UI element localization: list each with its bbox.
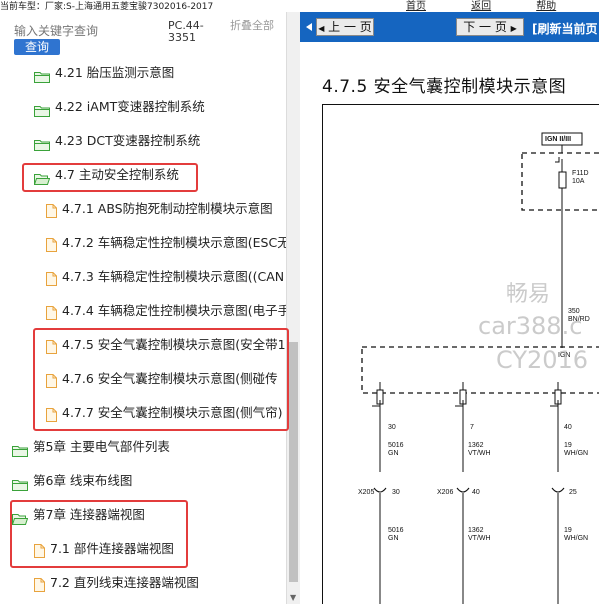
fuse-amp-label: 10A: [572, 178, 585, 185]
right-panel: ◀ 上 一 页 下 一 页 ▶ [刷新当前页 4.7.5 安全气囊控制模块示意图: [300, 12, 599, 604]
top-tabs: 首页 返回 帮助: [406, 0, 596, 12]
document-icon: [46, 269, 57, 286]
wire-id-label: 5016: [388, 442, 404, 449]
connector-pin: 40: [472, 489, 480, 496]
document-icon: [46, 371, 57, 388]
folder-icon: [34, 134, 50, 151]
tree-item-page[interactable]: 4.7.5 安全气囊控制模块示意图(安全带1: [0, 332, 286, 358]
document-icon: [46, 405, 57, 422]
tree-item-label: 4.7 主动安全控制系统: [55, 167, 179, 182]
wire-id-label: 19: [564, 527, 572, 534]
refresh-page-link[interactable]: [刷新当前页: [532, 20, 598, 37]
tree-item-folder[interactable]: 4.23 DCT变速器控制系统: [0, 128, 286, 154]
document-icon: [34, 541, 45, 558]
tree-item-label: 4.7.2 车辆稳定性控制模块示意图(ESC无: [62, 235, 286, 250]
folder-icon: [12, 440, 28, 457]
folder-icon: [12, 474, 28, 491]
tree-item-page[interactable]: 4.7.1 ABS防抱死制动控制模块示意图: [0, 196, 286, 222]
left-panel: 输入关键字查询 查询 PC.44-3351 折叠全部 4.21 胎压监测示意图 4…: [0, 12, 300, 604]
ign-label: IGN II/III: [545, 136, 572, 143]
prev-page-button[interactable]: ◀ 上 一 页: [316, 18, 374, 36]
wire-id-label: 1362: [468, 527, 484, 534]
document-icon: [46, 303, 57, 320]
tab-help[interactable]: 帮助: [536, 0, 556, 12]
tree-item-label: 第5章 主要电气部件列表: [33, 439, 170, 454]
tree-item-folder[interactable]: 第6章 线束布线图: [0, 468, 286, 494]
pin-label: 7: [470, 424, 474, 431]
tree-item-folder[interactable]: 第7章 连接器端视图: [0, 502, 286, 528]
search-button[interactable]: 查询: [14, 39, 60, 55]
tree-item-label: 4.21 胎压监测示意图: [55, 65, 175, 80]
tree-item-label: 4.23 DCT变速器控制系统: [55, 133, 201, 148]
tree-item-page[interactable]: 4.7.6 安全气囊控制模块示意图(侧碰传: [0, 366, 286, 392]
search-area: 输入关键字查询 查询 PC.44-3351 折叠全部: [0, 12, 300, 56]
tree-item-folder[interactable]: 4.21 胎压监测示意图: [0, 60, 286, 86]
wire-color-label: VT/WH: [468, 535, 491, 542]
document-icon: [46, 235, 57, 252]
current-model-breadcrumb: 当前车型：厂家:S-上海通用五菱宝骏7302016-2017: [0, 2, 214, 12]
tree-item-page[interactable]: 7.1 部件连接器端视图: [0, 536, 286, 562]
wire-id-label: 19: [564, 442, 572, 449]
tab-back[interactable]: 返回: [471, 0, 491, 12]
tree-item-page[interactable]: 4.7.2 车辆稳定性控制模块示意图(ESC无: [0, 230, 286, 256]
folder-icon: [34, 100, 50, 117]
folder-icon: [34, 66, 50, 83]
tree-view: 4.21 胎压监测示意图 4.22 iAMT变速器控制系统 4.23 DCT变速器控…: [0, 56, 286, 604]
watermark-text: 畅易: [506, 282, 551, 307]
wire-color-label: GN: [388, 450, 399, 457]
search-input[interactable]: 输入关键字查询: [14, 22, 98, 39]
tree-item-label: 第6章 线束布线图: [33, 473, 133, 488]
model-code: PC.44-3351: [168, 19, 204, 44]
collapse-all-button[interactable]: 折叠全部: [230, 20, 274, 32]
connector-name: X206: [437, 489, 454, 496]
connector-pin: 25: [569, 489, 577, 496]
tree-item-label: 第7章 连接器端视图: [33, 507, 145, 522]
wire-color-label: GN: [388, 535, 399, 542]
document-icon: [46, 337, 57, 354]
document-icon: [34, 575, 45, 592]
tree-item-label: 4.7.7 安全气囊控制模块示意图(侧气帘): [62, 405, 283, 420]
scroll-down-icon[interactable]: ▼: [290, 593, 296, 602]
document-icon: [46, 201, 57, 218]
watermark-text: CY2016: [496, 346, 589, 374]
page-nav-bar: ◀ 上 一 页 下 一 页 ▶ [刷新当前页: [300, 12, 599, 42]
pin-label: 30: [388, 424, 396, 431]
wire-color-label: VT/WH: [468, 450, 491, 457]
tree-item-label: 7.2 直列线束连接器端视图: [50, 575, 199, 590]
wire-id-label: 5016: [388, 527, 404, 534]
tree-item-label: 4.7.1 ABS防抱死制动控制模块示意图: [62, 201, 273, 216]
watermark-text: car388.c: [478, 312, 583, 340]
tree-item-label: 4.7.4 车辆稳定性控制模块示意图(电子手: [62, 303, 286, 318]
folder-open-icon: [33, 168, 51, 185]
tree-item-label: 4.7.3 车辆稳定性控制模块示意图((CAN: [62, 269, 285, 284]
connector-name: X205: [358, 489, 375, 496]
prev-arrow-icon: ◀: [318, 24, 325, 33]
tab-home[interactable]: 首页: [406, 0, 426, 12]
tree-item-label: 7.1 部件连接器端视图: [50, 541, 174, 556]
wire-id-label: 1362: [468, 442, 484, 449]
folder-open-icon: [11, 508, 29, 525]
connector-pin: 30: [392, 489, 400, 496]
fuse-label: F11D: [572, 170, 589, 177]
top-strip: 当前车型：厂家:S-上海通用五菱宝骏7302016-2017 首页 返回 帮助: [0, 0, 599, 12]
scrollbar-thumb[interactable]: [289, 342, 298, 582]
wire-color-label: WH/GN: [564, 450, 589, 457]
tree-item-label: 4.7.5 安全气囊控制模块示意图(安全带1: [62, 337, 286, 352]
collapse-left-icon[interactable]: [306, 23, 312, 31]
tree-item-page[interactable]: 4.7.7 安全气囊控制模块示意图(侧气帘): [0, 400, 286, 426]
tree-item-label: 4.7.6 安全气囊控制模块示意图(侧碰传: [62, 371, 278, 386]
tree-item-label: 4.22 iAMT变速器控制系统: [55, 99, 205, 114]
tree-item-folder[interactable]: 第5章 主要电气部件列表: [0, 434, 286, 460]
tree-item-page[interactable]: 4.7.4 车辆稳定性控制模块示意图(电子手: [0, 298, 286, 324]
tree-item-page[interactable]: 4.7.3 车辆稳定性控制模块示意图((CAN: [0, 264, 286, 290]
tree-item-folder[interactable]: 4.22 iAMT变速器控制系统: [0, 94, 286, 120]
tree-scrollbar[interactable]: ▼: [286, 12, 300, 604]
document-page: 4.7.5 安全气囊控制模块示意图 IGN II/III F11D 10A 35…: [300, 42, 599, 604]
wire-color-label: WH/GN: [564, 535, 589, 542]
next-page-button[interactable]: 下 一 页 ▶: [456, 18, 524, 36]
next-arrow-icon: ▶: [510, 24, 517, 33]
tree-item-page[interactable]: 7.2 直列线束连接器端视图: [0, 570, 286, 596]
pin-label: 40: [564, 424, 572, 431]
tree-item-folder[interactable]: 4.7 主动安全控制系统: [0, 162, 286, 188]
